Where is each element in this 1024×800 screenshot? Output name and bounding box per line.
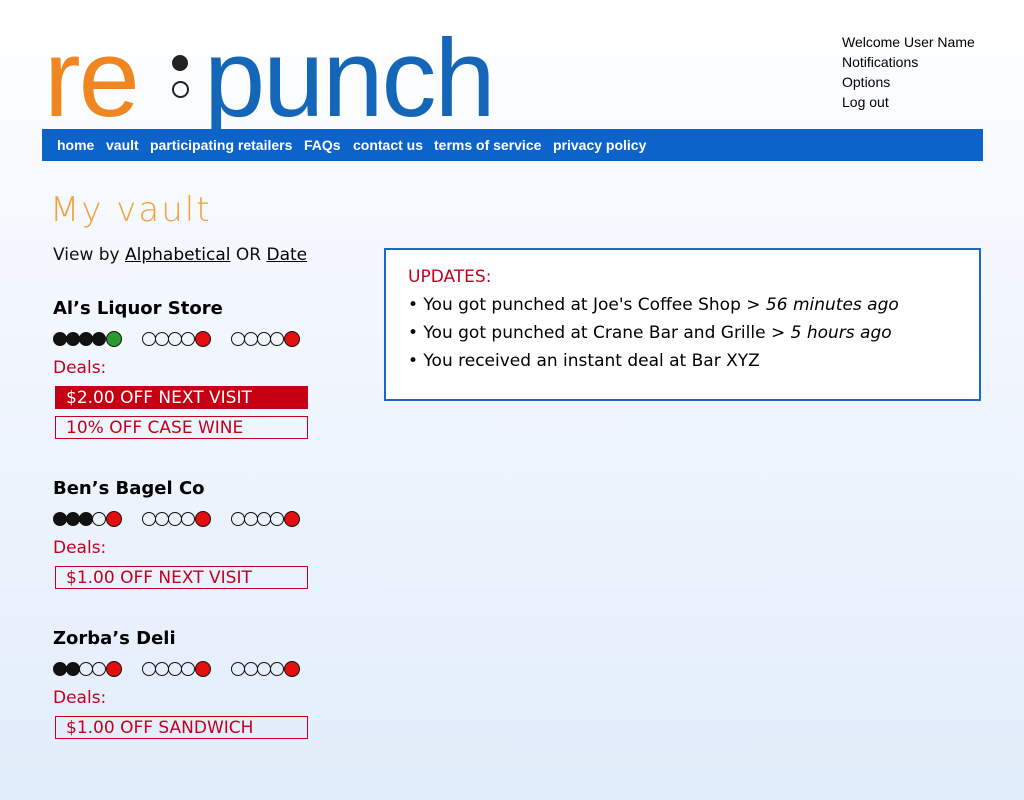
nav-terms-of-service[interactable]: terms of service xyxy=(434,137,541,153)
sort-alphabetical-link[interactable]: Alphabetical xyxy=(125,245,230,265)
punch-empty-icon xyxy=(79,662,93,676)
punch-empty-icon xyxy=(181,662,195,676)
options-link[interactable]: Options xyxy=(842,72,975,92)
punch-empty-icon xyxy=(181,512,195,526)
deal-button[interactable]: $1.00 OFF NEXT VISIT xyxy=(55,566,308,589)
reward-punch-icon xyxy=(284,331,300,347)
update-text: • You received an instant deal at Bar XY… xyxy=(408,351,760,371)
nav-faqs[interactable]: FAQs xyxy=(304,137,341,153)
punch-empty-icon xyxy=(231,332,245,346)
reward-punch-icon xyxy=(106,661,122,677)
reward-punch-icon xyxy=(195,331,211,347)
notifications-link[interactable]: Notifications xyxy=(842,52,975,72)
reward-punch-icon xyxy=(195,511,211,527)
punch-empty-icon xyxy=(142,332,156,346)
punch-empty-icon xyxy=(168,662,182,676)
view-by-label: View by xyxy=(53,245,120,265)
deals-label: Deals: xyxy=(53,358,107,378)
update-text: • You got punched at Crane Bar and Grill… xyxy=(408,323,771,343)
punch-filled-icon xyxy=(53,662,67,676)
nav-privacy-policy[interactable]: privacy policy xyxy=(553,137,646,153)
punch-filled-icon xyxy=(79,512,93,526)
reward-punch-icon xyxy=(284,511,300,527)
store-name: Ben’s Bagel Co xyxy=(53,478,205,499)
nav-vault[interactable]: vault xyxy=(106,137,139,153)
reward-punch-icon xyxy=(106,331,122,347)
punch-filled-icon xyxy=(66,512,80,526)
punch-empty-icon xyxy=(155,512,169,526)
punch-empty-icon xyxy=(257,332,271,346)
punch-empty-icon xyxy=(270,332,284,346)
page-title: My vault xyxy=(50,190,212,230)
store-name: Al’s Liquor Store xyxy=(53,298,223,319)
logout-link[interactable]: Log out xyxy=(842,92,975,112)
view-by-or: OR xyxy=(235,245,262,265)
update-item: • You got punched at Crane Bar and Grill… xyxy=(408,322,892,344)
welcome-text: Welcome User Name xyxy=(842,34,975,50)
punch-empty-icon xyxy=(231,662,245,676)
nav-participating-retailers[interactable]: participating retailers xyxy=(150,137,292,153)
punch-empty-icon xyxy=(92,512,106,526)
update-time: > 56 minutes ago xyxy=(746,295,899,315)
punch-empty-icon xyxy=(244,662,258,676)
punch-empty-icon xyxy=(142,512,156,526)
reward-punch-icon xyxy=(106,511,122,527)
punch-filled-icon xyxy=(53,512,67,526)
update-item: • You received an instant deal at Bar XY… xyxy=(408,350,760,372)
updates-title: UPDATES: xyxy=(408,267,492,287)
sort-date-link[interactable]: Date xyxy=(267,245,308,265)
deal-button[interactable]: $2.00 OFF NEXT VISIT xyxy=(55,386,308,409)
deal-button[interactable]: $1.00 OFF SANDWICH xyxy=(55,716,308,739)
main-nav: home vault participating retailers FAQs … xyxy=(42,129,983,161)
deals-label: Deals: xyxy=(53,538,107,558)
logo-punch: punch xyxy=(204,17,496,140)
deals-label: Deals: xyxy=(53,688,107,708)
punch-empty-icon xyxy=(142,662,156,676)
logo-re: re xyxy=(44,17,140,140)
update-time: > 5 hours ago xyxy=(770,323,892,343)
punch-filled-icon xyxy=(53,332,67,346)
reward-punch-icon xyxy=(195,661,211,677)
update-text: • You got punched at Joe's Coffee Shop xyxy=(408,295,747,315)
punch-empty-icon xyxy=(244,332,258,346)
nav-home[interactable]: home xyxy=(57,137,94,153)
punch-empty-icon xyxy=(168,332,182,346)
punch-empty-icon xyxy=(231,512,245,526)
punch-filled-icon xyxy=(66,662,80,676)
punch-empty-icon xyxy=(270,662,284,676)
punch-empty-icon xyxy=(92,662,106,676)
logo-colon-bottom xyxy=(172,81,189,98)
punch-empty-icon xyxy=(257,662,271,676)
view-by: View by Alphabetical OR Date xyxy=(53,245,307,265)
punch-filled-icon xyxy=(92,332,106,346)
reward-punch-icon xyxy=(284,661,300,677)
punch-empty-icon xyxy=(270,512,284,526)
deal-button[interactable]: 10% OFF CASE WINE xyxy=(55,416,308,439)
punch-empty-icon xyxy=(155,332,169,346)
nav-contact-us[interactable]: contact us xyxy=(353,137,423,153)
punch-empty-icon xyxy=(244,512,258,526)
punch-empty-icon xyxy=(181,332,195,346)
store-name: Zorba’s Deli xyxy=(53,628,176,649)
punch-empty-icon xyxy=(257,512,271,526)
updates-panel: UPDATES: • You got punched at Joe's Coff… xyxy=(384,248,981,401)
punch-filled-icon xyxy=(66,332,80,346)
update-item: • You got punched at Joe's Coffee Shop >… xyxy=(408,294,899,316)
punch-filled-icon xyxy=(79,332,93,346)
punch-empty-icon xyxy=(168,512,182,526)
logo-colon-top xyxy=(172,55,188,71)
punch-empty-icon xyxy=(155,662,169,676)
user-menu: Welcome User Name Notifications Options … xyxy=(842,32,975,112)
